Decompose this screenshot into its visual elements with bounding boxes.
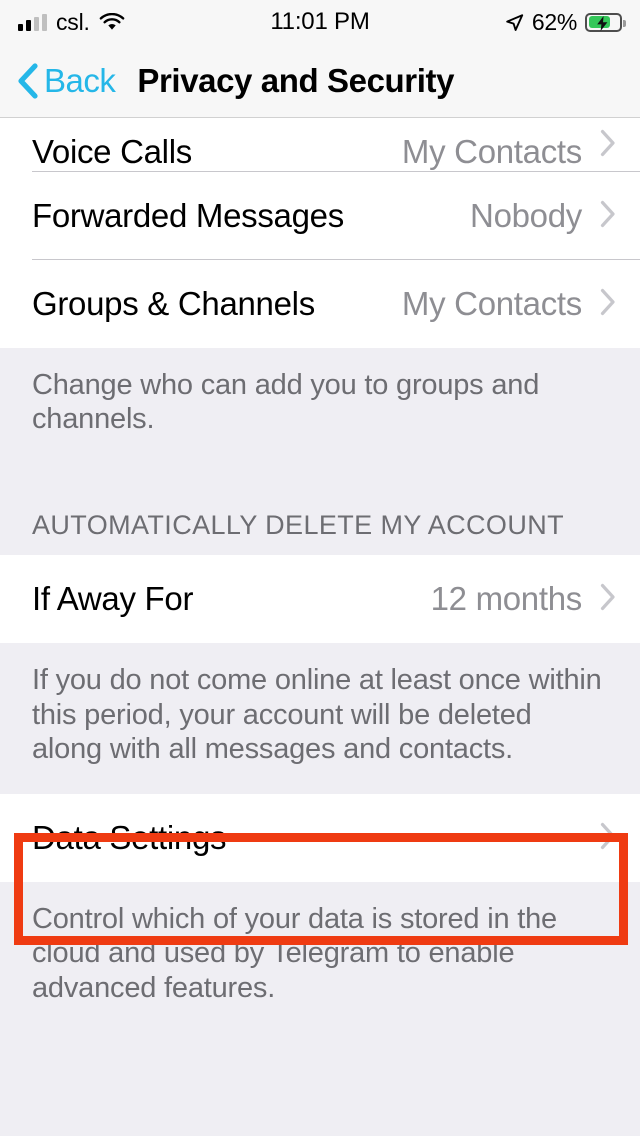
page-title: Privacy and Security — [137, 62, 455, 99]
status-bar: csl. 11:01 PM 62% — [0, 0, 640, 44]
row-label: Voice Calls — [32, 132, 192, 170]
chevron-left-icon — [16, 63, 38, 99]
navigation-bar: Back Privacy and Security — [0, 44, 640, 118]
data-settings-group-footer: Control which of your data is stored in … — [0, 882, 640, 1033]
row-label: Groups & Channels — [32, 285, 315, 322]
location-arrow-icon — [505, 13, 524, 32]
app-screen: csl. 11:01 PM 62% Back Privacy and Secur… — [0, 0, 640, 1136]
row-label: Data Settings — [32, 819, 227, 857]
row-value: 12 months — [430, 580, 583, 618]
row-voice-calls[interactable]: Voice Calls My Contacts — [0, 118, 640, 172]
chevron-right-icon — [600, 200, 616, 233]
auto-delete-group-footer: If you do not come online at least once … — [0, 643, 640, 795]
privacy-group: Voice Calls My Contacts Forwarded Messag… — [0, 118, 640, 348]
chevron-right-icon — [600, 822, 616, 855]
settings-list[interactable]: Voice Calls My Contacts Forwarded Messag… — [0, 118, 640, 1136]
row-label: If Away For — [32, 580, 194, 618]
chevron-right-icon — [600, 129, 616, 172]
battery-icon — [585, 12, 626, 32]
auto-delete-group: If Away For 12 months — [0, 555, 640, 644]
row-value: My Contacts — [401, 285, 582, 322]
section-header-auto-delete: AUTOMATICALLY DELETE MY ACCOUNT — [0, 510, 640, 556]
data-settings-group: Data Settings — [0, 794, 640, 883]
section-spacer — [0, 464, 640, 511]
chevron-right-icon — [600, 288, 616, 321]
row-groups-and-channels[interactable]: Groups & Channels My Contacts — [0, 260, 640, 348]
chevron-right-icon — [600, 583, 616, 616]
battery-percent-label: 62% — [531, 8, 577, 35]
back-button-label: Back — [44, 62, 116, 99]
row-forwarded-messages[interactable]: Forwarded Messages Nobody — [0, 172, 640, 260]
row-value: Nobody — [470, 197, 582, 234]
row-value: My Contacts — [401, 132, 582, 170]
back-button[interactable]: Back — [16, 62, 116, 100]
privacy-group-footer: Change who can add you to groups and cha… — [0, 348, 640, 465]
status-bar-right: 62% — [505, 8, 626, 36]
row-label: Forwarded Messages — [32, 197, 344, 234]
row-data-settings[interactable]: Data Settings — [0, 794, 640, 883]
row-if-away-for[interactable]: If Away For 12 months — [0, 555, 640, 644]
